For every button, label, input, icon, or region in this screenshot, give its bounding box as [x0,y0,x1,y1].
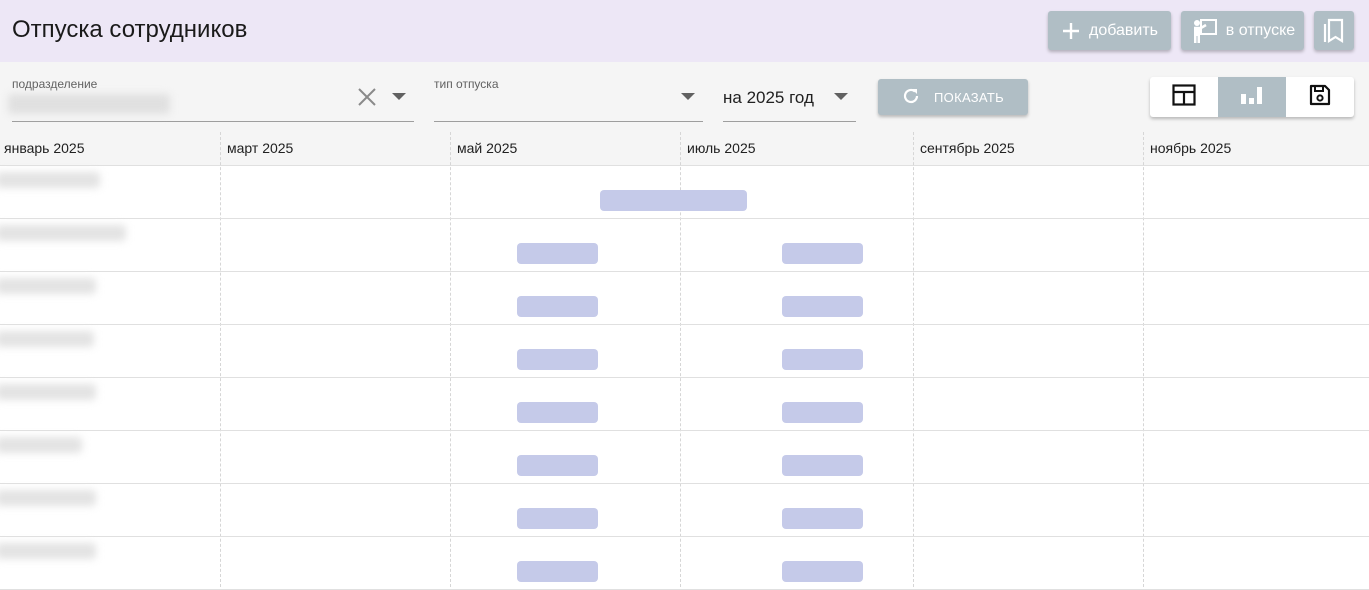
employee-name [0,384,96,400]
employee-name [0,331,94,347]
table-row [0,537,1369,590]
vacation-bar[interactable] [782,561,863,582]
bookmarks-button[interactable] [1314,11,1354,50]
table-row [0,219,1369,272]
table-row [0,378,1369,431]
vacation-timeline: январь 2025 март 2025 май 2025 июль 2025… [0,132,1369,590]
save-icon [1309,84,1331,111]
department-select[interactable]: подразделение [8,62,414,122]
vacation-bar[interactable] [517,455,598,476]
table-row [0,484,1369,537]
chart-view-button[interactable] [1218,77,1286,117]
vacation-bar[interactable] [782,402,863,423]
employee-name [0,490,96,506]
on-vacation-button[interactable]: в отпуске [1181,11,1304,50]
vacation-type-label: тип отпуска [434,77,499,91]
plus-icon [1061,21,1081,41]
employee-name [0,172,100,188]
vacation-bar[interactable] [600,190,747,211]
year-select[interactable]: на 2025 год [723,62,856,122]
table-row [0,166,1369,219]
month-label: июль 2025 [687,140,756,156]
vacation-bar[interactable] [517,561,598,582]
table-row [0,431,1369,484]
add-button[interactable]: добавить [1048,11,1171,50]
employee-name [0,225,126,241]
app-header: Отпуска сотрудников добавить в отпуске [0,0,1369,62]
show-button[interactable]: ПОКАЗАТЬ [878,79,1028,115]
table-icon [1172,83,1196,111]
department-value [8,94,170,114]
vacation-bar[interactable] [517,402,598,423]
chart-icon [1240,84,1264,111]
year-value: на 2025 год [723,88,814,107]
bookmarks-icon [1322,18,1346,44]
filter-bar: подразделение тип отпуска на 2025 год ПО… [0,62,1369,132]
month-header: январь 2025 март 2025 май 2025 июль 2025… [0,132,1369,166]
vacation-bar[interactable] [782,349,863,370]
month-label: май 2025 [457,140,518,156]
employee-name [0,543,96,559]
table-view-button[interactable] [1150,77,1218,117]
chevron-down-icon[interactable] [392,93,406,100]
chevron-down-icon[interactable] [834,93,848,100]
department-label: подразделение [12,77,98,91]
chevron-down-icon[interactable] [681,93,695,100]
view-toggle [1150,77,1354,117]
month-label: январь 2025 [4,140,85,156]
vacation-bar[interactable] [782,455,863,476]
vacation-bar[interactable] [517,508,598,529]
month-label: март 2025 [227,140,294,156]
vacation-bar[interactable] [782,508,863,529]
vacation-bar[interactable] [517,243,598,264]
page-title: Отпуска сотрудников [12,16,248,43]
refresh-icon [902,87,920,108]
vacation-bar[interactable] [782,296,863,317]
vacation-bar[interactable] [782,243,863,264]
vacation-bar[interactable] [517,349,598,370]
employee-name [0,437,82,453]
clear-icon[interactable] [356,86,378,113]
month-label: ноябрь 2025 [1150,140,1232,156]
save-button[interactable] [1286,77,1354,117]
employee-name [0,278,96,294]
vacation-bar[interactable] [517,296,598,317]
vacation-type-select[interactable]: тип отпуска [434,62,703,122]
on-vacation-button-label: в отпуске [1225,21,1296,39]
add-button-label: добавить [1088,21,1159,39]
presenter-icon [1190,17,1218,45]
month-label: сентябрь 2025 [920,140,1015,156]
table-row [0,325,1369,378]
show-button-label: ПОКАЗАТЬ [934,89,1004,105]
table-row [0,272,1369,325]
